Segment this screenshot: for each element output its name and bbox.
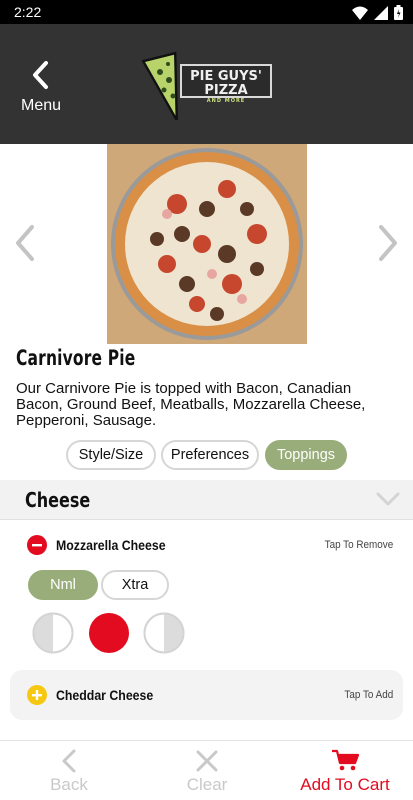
amount-extra-button[interactable]: Xtra (101, 570, 169, 600)
section-title: Cheese (25, 488, 91, 512)
tab-style-size[interactable]: Style/Size (66, 440, 156, 470)
status-bar: 2:22 (0, 0, 413, 24)
item-description: Our Carnivore Pie is topped with Bacon, … (16, 380, 366, 429)
back-button[interactable]: Back (20, 741, 118, 800)
right-half-coverage-icon[interactable] (143, 612, 185, 654)
topping-row-cheddar[interactable]: Cheddar Cheese Tap To Add (10, 670, 403, 720)
pizza-image (107, 144, 307, 344)
add-to-cart-button[interactable]: Add To Cart (280, 741, 410, 800)
topping-name: Mozzarella Cheese (56, 537, 166, 553)
menu-label: Menu (20, 97, 62, 114)
brand-name: PIE GUYS' PIZZA (190, 69, 262, 99)
tab-preferences[interactable]: Preferences (161, 440, 259, 470)
tab-toppings[interactable]: Toppings (265, 440, 347, 470)
back-label: Back (50, 775, 88, 794)
brand-tagline: AND MORE (206, 97, 246, 104)
chevron-left-icon (33, 61, 48, 89)
carousel-next-button[interactable] (377, 224, 399, 269)
add-icon[interactable] (27, 685, 47, 705)
chevron-left-icon (16, 225, 34, 261)
menu-button[interactable]: Menu (14, 60, 68, 116)
pizza-photo (107, 144, 307, 344)
add-to-cart-label: Add To Cart (300, 775, 390, 794)
battery-icon (394, 5, 403, 20)
cell-signal-icon (374, 5, 388, 20)
status-time: 2:22 (14, 4, 42, 20)
clear-button[interactable]: Clear (158, 741, 256, 800)
chevron-right-icon (379, 225, 397, 261)
options-tabs: Style/Size Preferences Toppings (0, 440, 413, 470)
tap-to-remove-label[interactable]: Tap To Remove (324, 539, 393, 551)
topping-row-mozzarella[interactable]: Mozzarella Cheese Tap To Remove (0, 520, 413, 570)
brand-logo: PIE GUYS' PIZZA AND MORE (180, 64, 272, 103)
app-header: Menu PIE GUYS' PIZZA AND MORE (0, 24, 413, 144)
wifi-icon (352, 6, 368, 20)
coverage-selector (0, 612, 413, 654)
chevron-left-icon (62, 749, 76, 773)
left-half-coverage-icon[interactable] (32, 612, 74, 654)
remove-icon[interactable] (27, 535, 47, 555)
cheese-section-header[interactable]: Cheese (0, 480, 413, 520)
clear-label: Clear (186, 775, 228, 794)
close-icon (196, 750, 218, 772)
carousel-prev-button[interactable] (14, 224, 36, 269)
amount-selector: Nml Xtra (0, 570, 413, 600)
whole-coverage-icon[interactable] (88, 612, 130, 654)
status-icons (352, 5, 403, 20)
chevron-down-icon (376, 492, 400, 506)
item-title: Carnivore Pie (16, 346, 136, 370)
shopping-cart-icon (332, 749, 360, 771)
bottom-action-bar: Back Clear Add To Cart (0, 740, 413, 800)
tap-to-add-label[interactable]: Tap To Add (344, 689, 393, 701)
topping-name: Cheddar Cheese (56, 687, 154, 703)
amount-normal-button[interactable]: Nml (28, 570, 98, 600)
item-image-carousel (0, 144, 413, 344)
